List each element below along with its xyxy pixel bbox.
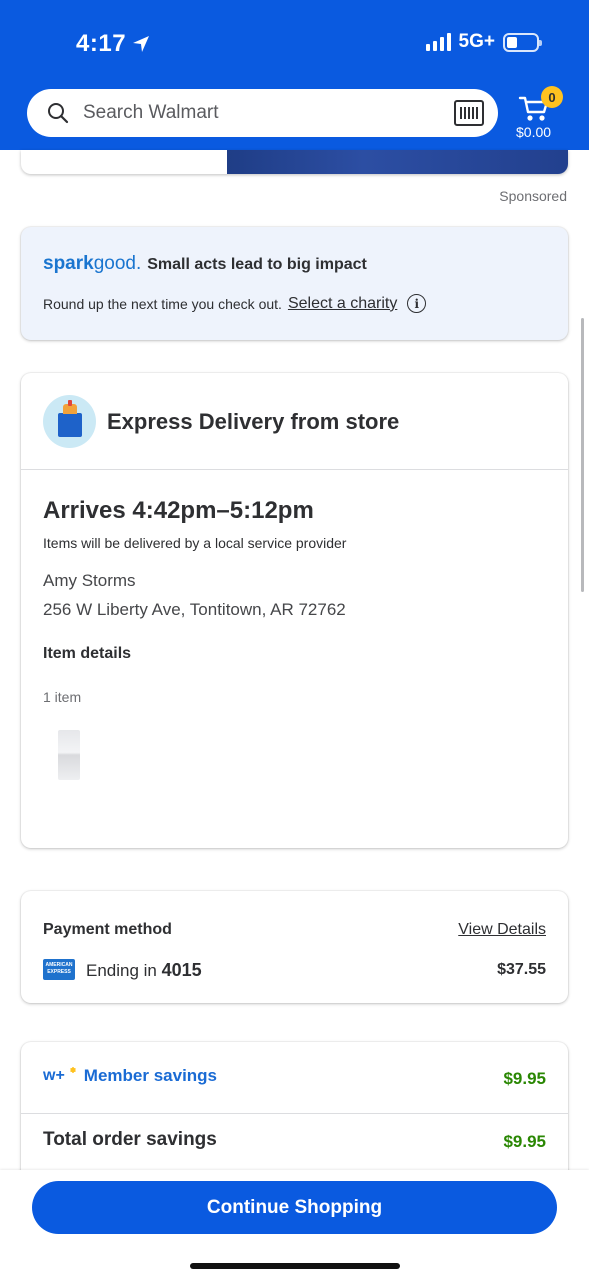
walmart-plus-logo: w+ (43, 1067, 80, 1085)
sponsored-ad-banner[interactable] (21, 150, 568, 174)
info-icon[interactable]: i (407, 294, 427, 313)
arrival-window: Arrives 4:42pm–5:12pm (43, 497, 314, 524)
provider-note: Items will be delivered by a local servi… (43, 535, 347, 551)
sparkgood-card (21, 227, 568, 340)
continue-shopping-button[interactable]: Continue Shopping (32, 1181, 557, 1234)
delivery-card: Express Delivery from store Arrives 4:42… (21, 373, 568, 848)
member-savings-label: Member savings (83, 1066, 218, 1085)
payment-card: Payment method View Details AMERICAN EXPR… (21, 891, 568, 1003)
member-savings-amount: $9.95 (503, 1069, 546, 1088)
spark-icon (66, 1067, 80, 1085)
shopping-bag-icon (43, 395, 96, 448)
search-input[interactable]: Search Walmart (83, 102, 454, 124)
ad-image (227, 150, 568, 174)
card-ending: Ending in 4015 (86, 960, 202, 980)
view-details-link[interactable]: View Details (458, 921, 546, 939)
bottom-bar: Continue Shopping (0, 1170, 589, 1280)
sparkgood-title: Small acts lead to big impact (147, 256, 367, 273)
clock-text: 4:17 (76, 30, 127, 57)
delivery-title: Express Delivery from store (107, 409, 400, 434)
delivery-address: 256 W Liberty Ave, Tontitown, AR 72762 (43, 600, 346, 619)
location-arrow-icon (133, 36, 150, 52)
sponsored-label: Sponsored (499, 188, 567, 204)
sparkgood-header: sparkgood. Small acts lead to big impact (43, 253, 367, 275)
recipient-name: Amy Storms (43, 571, 136, 590)
total-savings-label: Total order savings (43, 1129, 217, 1150)
total-savings-amount: $9.95 (503, 1132, 546, 1151)
item-details-heading: Item details (43, 645, 132, 662)
home-indicator[interactable] (190, 1263, 400, 1269)
savings-card: w+ Member savings $9.95 Total order savi… (21, 1042, 568, 1182)
roundup-text: Round up the next time you check out. (43, 295, 282, 312)
divider (21, 1113, 568, 1114)
status-indicators: 5G+ (425, 31, 542, 53)
item-count: 1 item (43, 689, 82, 705)
signal-icon (425, 33, 451, 51)
barcode-scan-icon[interactable] (454, 100, 484, 126)
cart-button[interactable]: 0 $0.00 (514, 86, 563, 142)
item-thumbnail[interactable] (58, 730, 80, 780)
cart-total: $0.00 (516, 124, 552, 140)
sparkgood-logo: sparkgood. (43, 253, 142, 274)
battery-icon (503, 32, 542, 52)
payment-amount: $37.55 (497, 961, 546, 978)
scrollbar[interactable] (581, 318, 584, 592)
search-bar[interactable]: Search Walmart (27, 89, 498, 137)
select-charity-link[interactable]: Select a charity (288, 295, 397, 313)
divider (21, 469, 568, 470)
sparkgood-body: Round up the next time you check out. Se… (43, 294, 427, 313)
payment-method-heading: Payment method (43, 921, 172, 938)
top-header: 4:17 5G+ Search Walmart 0 $0.00 (0, 0, 589, 150)
cart-count-badge: 0 (541, 86, 563, 108)
status-time: 4:17 (76, 30, 150, 58)
network-type: 5G+ (458, 31, 495, 52)
amex-card-icon: AMERICAN EXPRESS (43, 959, 75, 980)
search-icon (48, 103, 69, 124)
member-savings-row: w+ Member savings (43, 1066, 217, 1086)
